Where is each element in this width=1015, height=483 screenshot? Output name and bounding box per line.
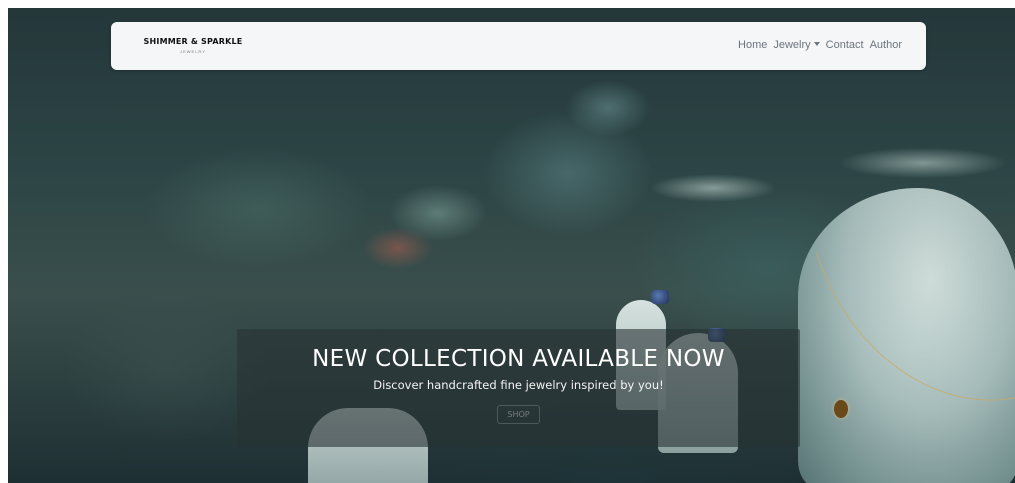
nav-item-jewelry-label: Jewelry [773,39,811,51]
hero-caption: NEW COLLECTION AVAILABLE NOW Discover ha… [237,329,800,447]
nav-item-jewelry[interactable]: Jewelry [773,39,820,51]
hero-subtitle: Discover handcrafted fine jewelry inspir… [373,378,664,392]
navbar: SHIMMER & SPARKLE JEWELRY Home Jewelry C… [111,22,926,70]
nav-item-author[interactable]: Author [870,39,902,51]
nav-menu: Home Jewelry Contact Author [738,39,902,51]
brand-name: SHIMMER & SPARKLE [143,37,243,46]
hero-title: NEW COLLECTION AVAILABLE NOW [312,346,725,372]
pendant [834,400,848,418]
nav-item-contact[interactable]: Contact [826,39,864,51]
brand-logo[interactable]: SHIMMER & SPARKLE JEWELRY [133,37,253,54]
nav-item-home[interactable]: Home [738,39,767,51]
shop-button[interactable]: SHOP [497,405,540,424]
ring-gem [651,290,669,304]
caret-down-icon [813,42,820,46]
brand-tagline: JEWELRY [180,49,206,54]
